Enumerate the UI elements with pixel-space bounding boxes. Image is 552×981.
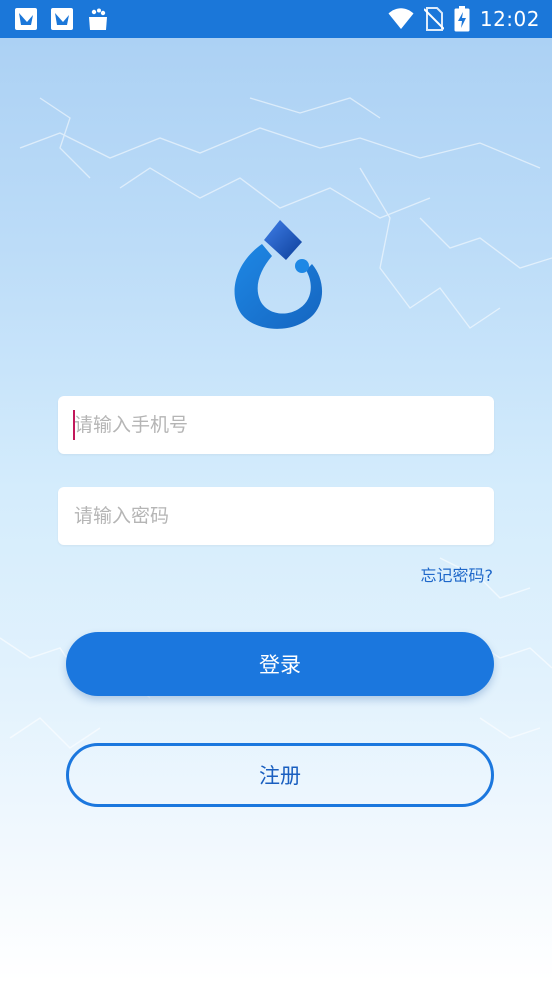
no-sim-icon (423, 7, 444, 31)
forgot-password-link[interactable]: 忘记密码? (421, 562, 494, 586)
login-button-label: 登录 (259, 653, 301, 677)
app-notification-icon (15, 8, 37, 30)
app-notification-icon (51, 8, 73, 30)
notification-icons (14, 7, 110, 31)
status-bar: 12:02 (0, 0, 552, 38)
text-cursor (73, 410, 75, 440)
phone-field[interactable] (58, 396, 494, 454)
app-logo (234, 220, 323, 329)
bag-notification-icon (89, 8, 107, 30)
phone-input[interactable] (74, 396, 474, 454)
password-input[interactable] (74, 487, 474, 545)
clock: 12:02 (479, 7, 540, 31)
password-field[interactable] (58, 487, 494, 545)
register-button[interactable]: 注册 (66, 743, 494, 807)
register-button-label: 注册 (259, 764, 301, 788)
login-button[interactable]: 登录 (66, 632, 494, 696)
battery-charging-icon (454, 6, 470, 32)
wifi-icon (388, 8, 414, 29)
